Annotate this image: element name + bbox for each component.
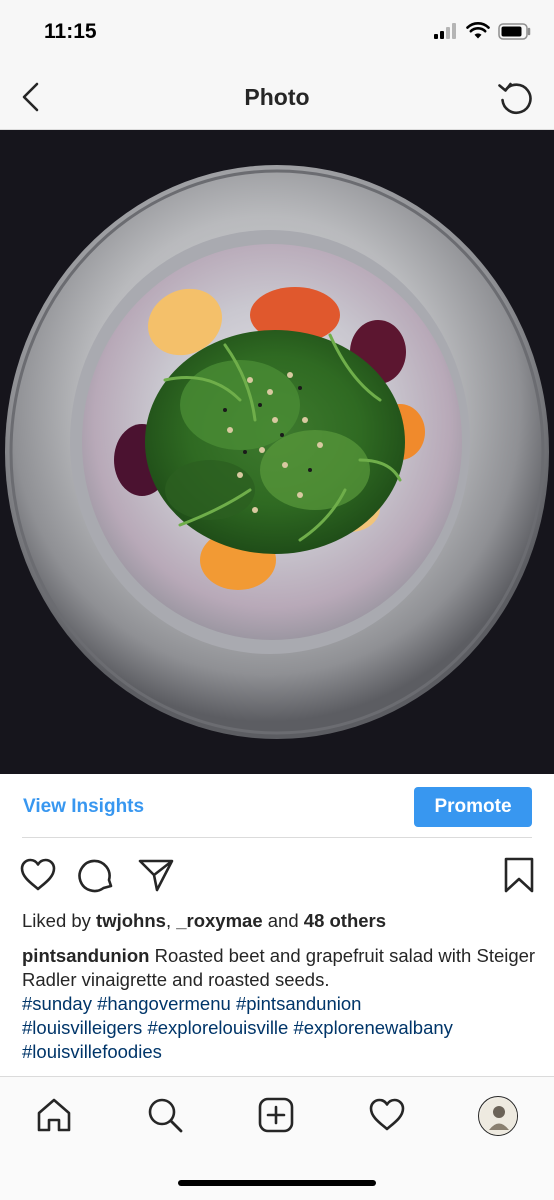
signal-icon — [434, 23, 456, 39]
likes-and: and — [262, 910, 304, 931]
post-photo[interactable] — [0, 130, 554, 774]
promote-button[interactable]: Promote — [414, 787, 532, 827]
profile-avatar-image — [480, 1098, 517, 1135]
hashtag[interactable]: #explorelouisville — [147, 1017, 288, 1038]
post-caption: pintsandunion Roasted beet and grapefrui… — [22, 944, 537, 1064]
hashtag[interactable]: #pintsandunion — [236, 993, 362, 1014]
battery-icon — [498, 22, 531, 40]
refresh-button[interactable] — [496, 78, 536, 118]
caption-username[interactable]: pintsandunion — [22, 945, 149, 966]
hashtag[interactable]: #explorenewalbany — [293, 1017, 452, 1038]
view-insights-link[interactable]: View Insights — [23, 796, 144, 818]
likes-separator: , — [165, 910, 177, 931]
home-icon — [37, 1098, 71, 1132]
tab-new-post[interactable] — [256, 1095, 296, 1135]
home-indicator — [178, 1180, 376, 1186]
refresh-icon — [498, 82, 532, 115]
share-icon[interactable] — [137, 856, 175, 894]
likes-prefix: Liked by — [22, 910, 97, 931]
liker-username[interactable]: _roxymae — [176, 910, 262, 931]
hashtag[interactable]: #sunday — [22, 993, 92, 1014]
hashtag[interactable]: #louisvilleigers — [22, 1017, 142, 1038]
likes-summary: Liked by twjohns, _roxymae and 48 others — [22, 910, 386, 932]
status-time: 11:15 — [44, 20, 97, 43]
comment-icon[interactable] — [78, 856, 116, 894]
heart-icon[interactable] — [19, 856, 57, 894]
status-bar: 11:15 — [0, 0, 554, 66]
divider — [22, 837, 532, 838]
post-actions — [0, 852, 554, 896]
liker-username[interactable]: twjohns — [96, 910, 166, 931]
hashtag[interactable]: #hangovermenu — [97, 993, 231, 1014]
insights-row: View Insights Promote — [0, 774, 554, 838]
tab-search[interactable] — [145, 1095, 185, 1135]
bookmark-icon[interactable] — [500, 856, 538, 894]
hashtag[interactable]: #louisvillefoodies — [22, 1041, 162, 1062]
page-title: Photo — [244, 84, 310, 110]
profile-avatar[interactable] — [478, 1096, 518, 1136]
tab-home[interactable] — [34, 1095, 74, 1135]
wifi-icon — [466, 22, 490, 39]
add-post-icon — [258, 1097, 294, 1133]
salad-plate-image — [0, 130, 554, 774]
likes-others-link[interactable]: 48 others — [304, 910, 386, 931]
activity-heart-icon — [369, 1098, 405, 1131]
status-icons — [434, 22, 532, 40]
tab-activity[interactable] — [367, 1095, 407, 1135]
nav-bar: Photo — [0, 66, 554, 130]
search-icon — [148, 1098, 183, 1133]
